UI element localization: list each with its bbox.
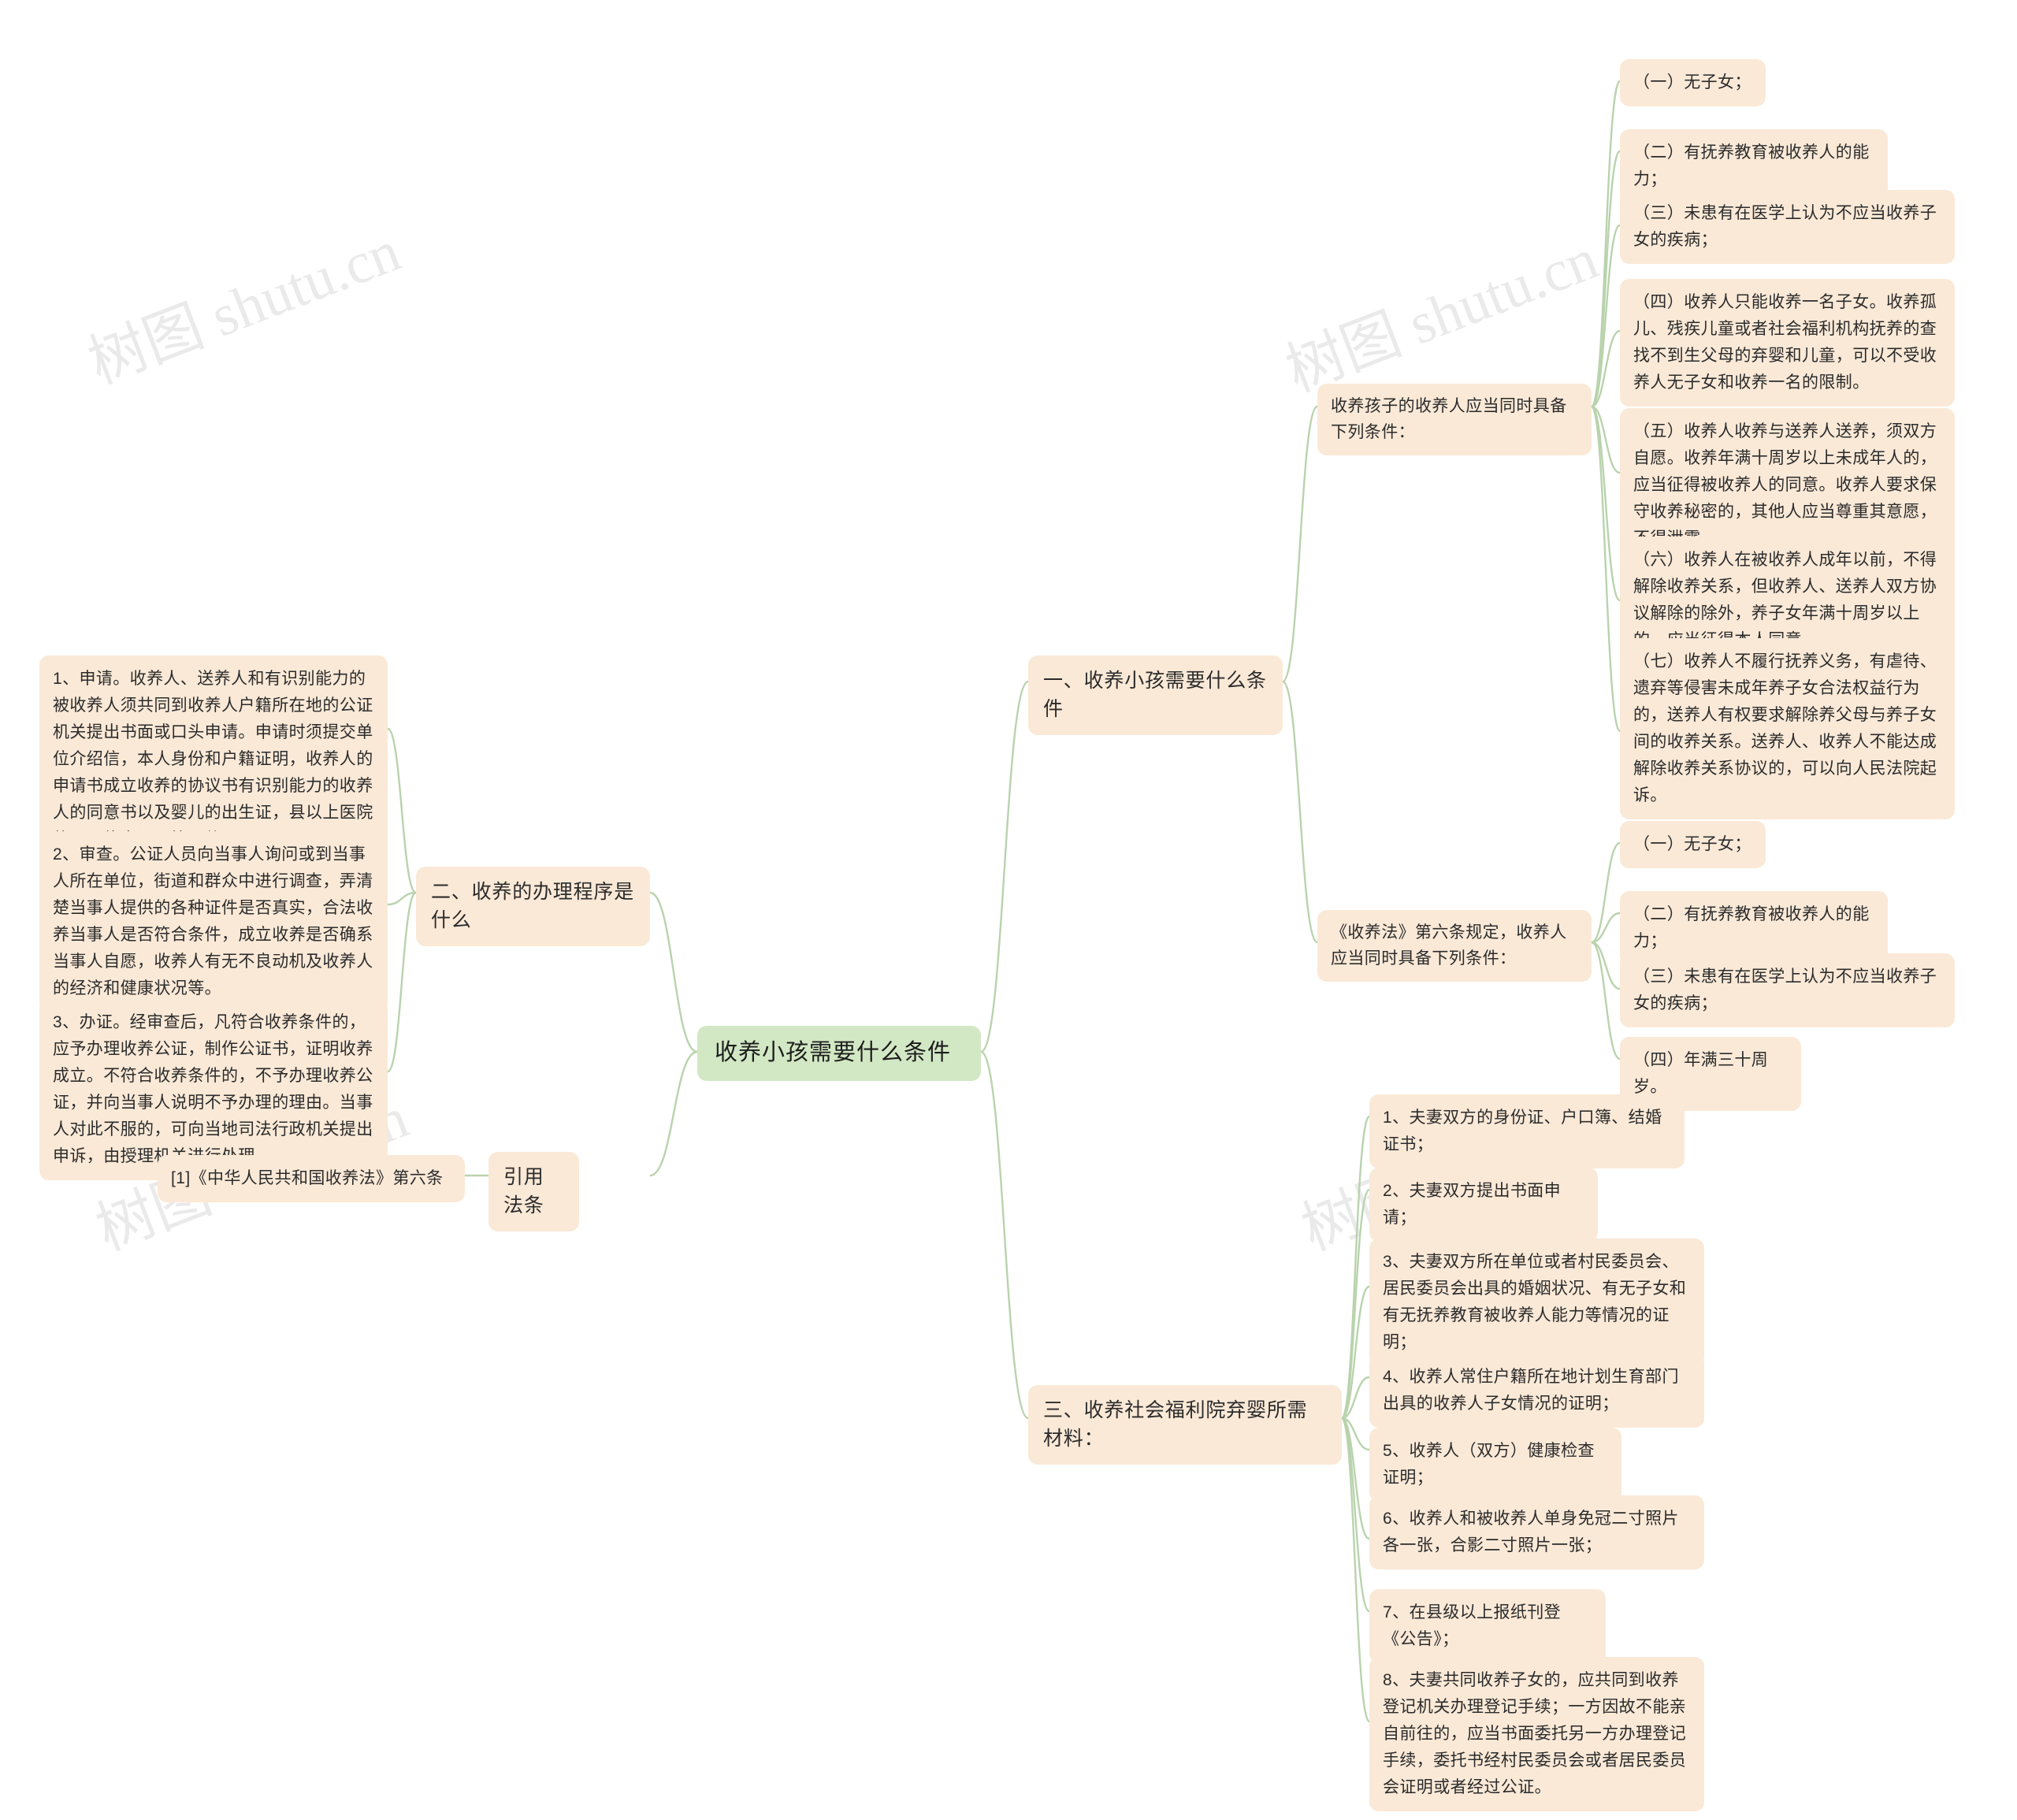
group-node-law-article-six[interactable]: 《收养法》第六条规定，收养人应当同时具备下列条件： xyxy=(1317,910,1592,982)
list-item[interactable]: （七）收养人不履行抚养义务，有虐待、遗弃等侵害未成年养子女合法权益行为的，送养人… xyxy=(1620,638,1955,820)
list-item[interactable]: 7、在县级以上报纸刊登《公告》； xyxy=(1369,1589,1606,1664)
branch-node-4[interactable]: 引用法条 xyxy=(488,1152,579,1231)
branch-node-3[interactable]: 三、收养社会福利院弃婴所需材料： xyxy=(1028,1385,1342,1465)
list-item[interactable]: 8、夫妻共同收养子女的，应共同到收养登记机关办理登记手续；一方因故不能亲自前往的… xyxy=(1369,1657,1704,1812)
list-item[interactable]: （三）未患有在医学上认为不应当收养子女的疾病； xyxy=(1620,190,1955,265)
list-item[interactable]: 1、夫妻双方的身份证、户口簿、结婚证书； xyxy=(1369,1094,1685,1169)
mindmap-canvas: 树图 shutu.cn 树图 shutu.cn 树图 shutu.cn 树图 s… xyxy=(0,0,2017,1820)
branch-node-2[interactable]: 二、收养的办理程序是什么 xyxy=(416,867,650,946)
list-item[interactable]: 2、审查。公证人员向当事人询问或到当事人所在单位，街道和群众中进行调查，弄清楚当… xyxy=(39,831,388,1013)
list-item[interactable]: 3、夫妻双方所在单位或者村民委员会、居民委员会出具的婚姻状况、有无子女和有无抚养… xyxy=(1369,1239,1704,1367)
list-item[interactable]: 3、办证。经审查后，凡符合收养条件的，应予办理收养公证，制作公证书，证明收养成立… xyxy=(39,999,388,1181)
group-node-adopter-conditions[interactable]: 收养孩子的收养人应当同时具备下列条件： xyxy=(1317,384,1592,456)
list-item[interactable]: 2、夫妻双方提出书面申请； xyxy=(1369,1168,1598,1242)
list-item[interactable]: （三）未患有在医学上认为不应当收养子女的疾病； xyxy=(1620,953,1955,1028)
root-node[interactable]: 收养小孩需要什么条件 xyxy=(697,1026,981,1081)
list-item[interactable]: 5、收养人（双方）健康检查证明； xyxy=(1369,1428,1621,1502)
watermark: 树图 shutu.cn xyxy=(80,218,409,397)
list-item[interactable]: （一）无子女； xyxy=(1620,59,1766,107)
list-item[interactable]: 6、收养人和被收养人单身免冠二寸照片各一张，合影二寸照片一张； xyxy=(1369,1495,1704,1570)
list-item[interactable]: [1]《中华人民共和国收养法》第六条 xyxy=(158,1155,465,1203)
list-item[interactable]: 4、收养人常住户籍所在地计划生育部门出具的收养人子女情况的证明； xyxy=(1369,1354,1704,1428)
list-item[interactable]: （四）收养人只能收养一名子女。收养孤儿、残疾儿童或者社会福利机构抚养的查找不到生… xyxy=(1620,279,1955,407)
watermark: 树图 shutu.cn xyxy=(1277,226,1607,405)
list-item[interactable]: （一）无子女； xyxy=(1620,821,1766,869)
branch-node-1[interactable]: 一、收养小孩需要什么条件 xyxy=(1028,656,1283,735)
